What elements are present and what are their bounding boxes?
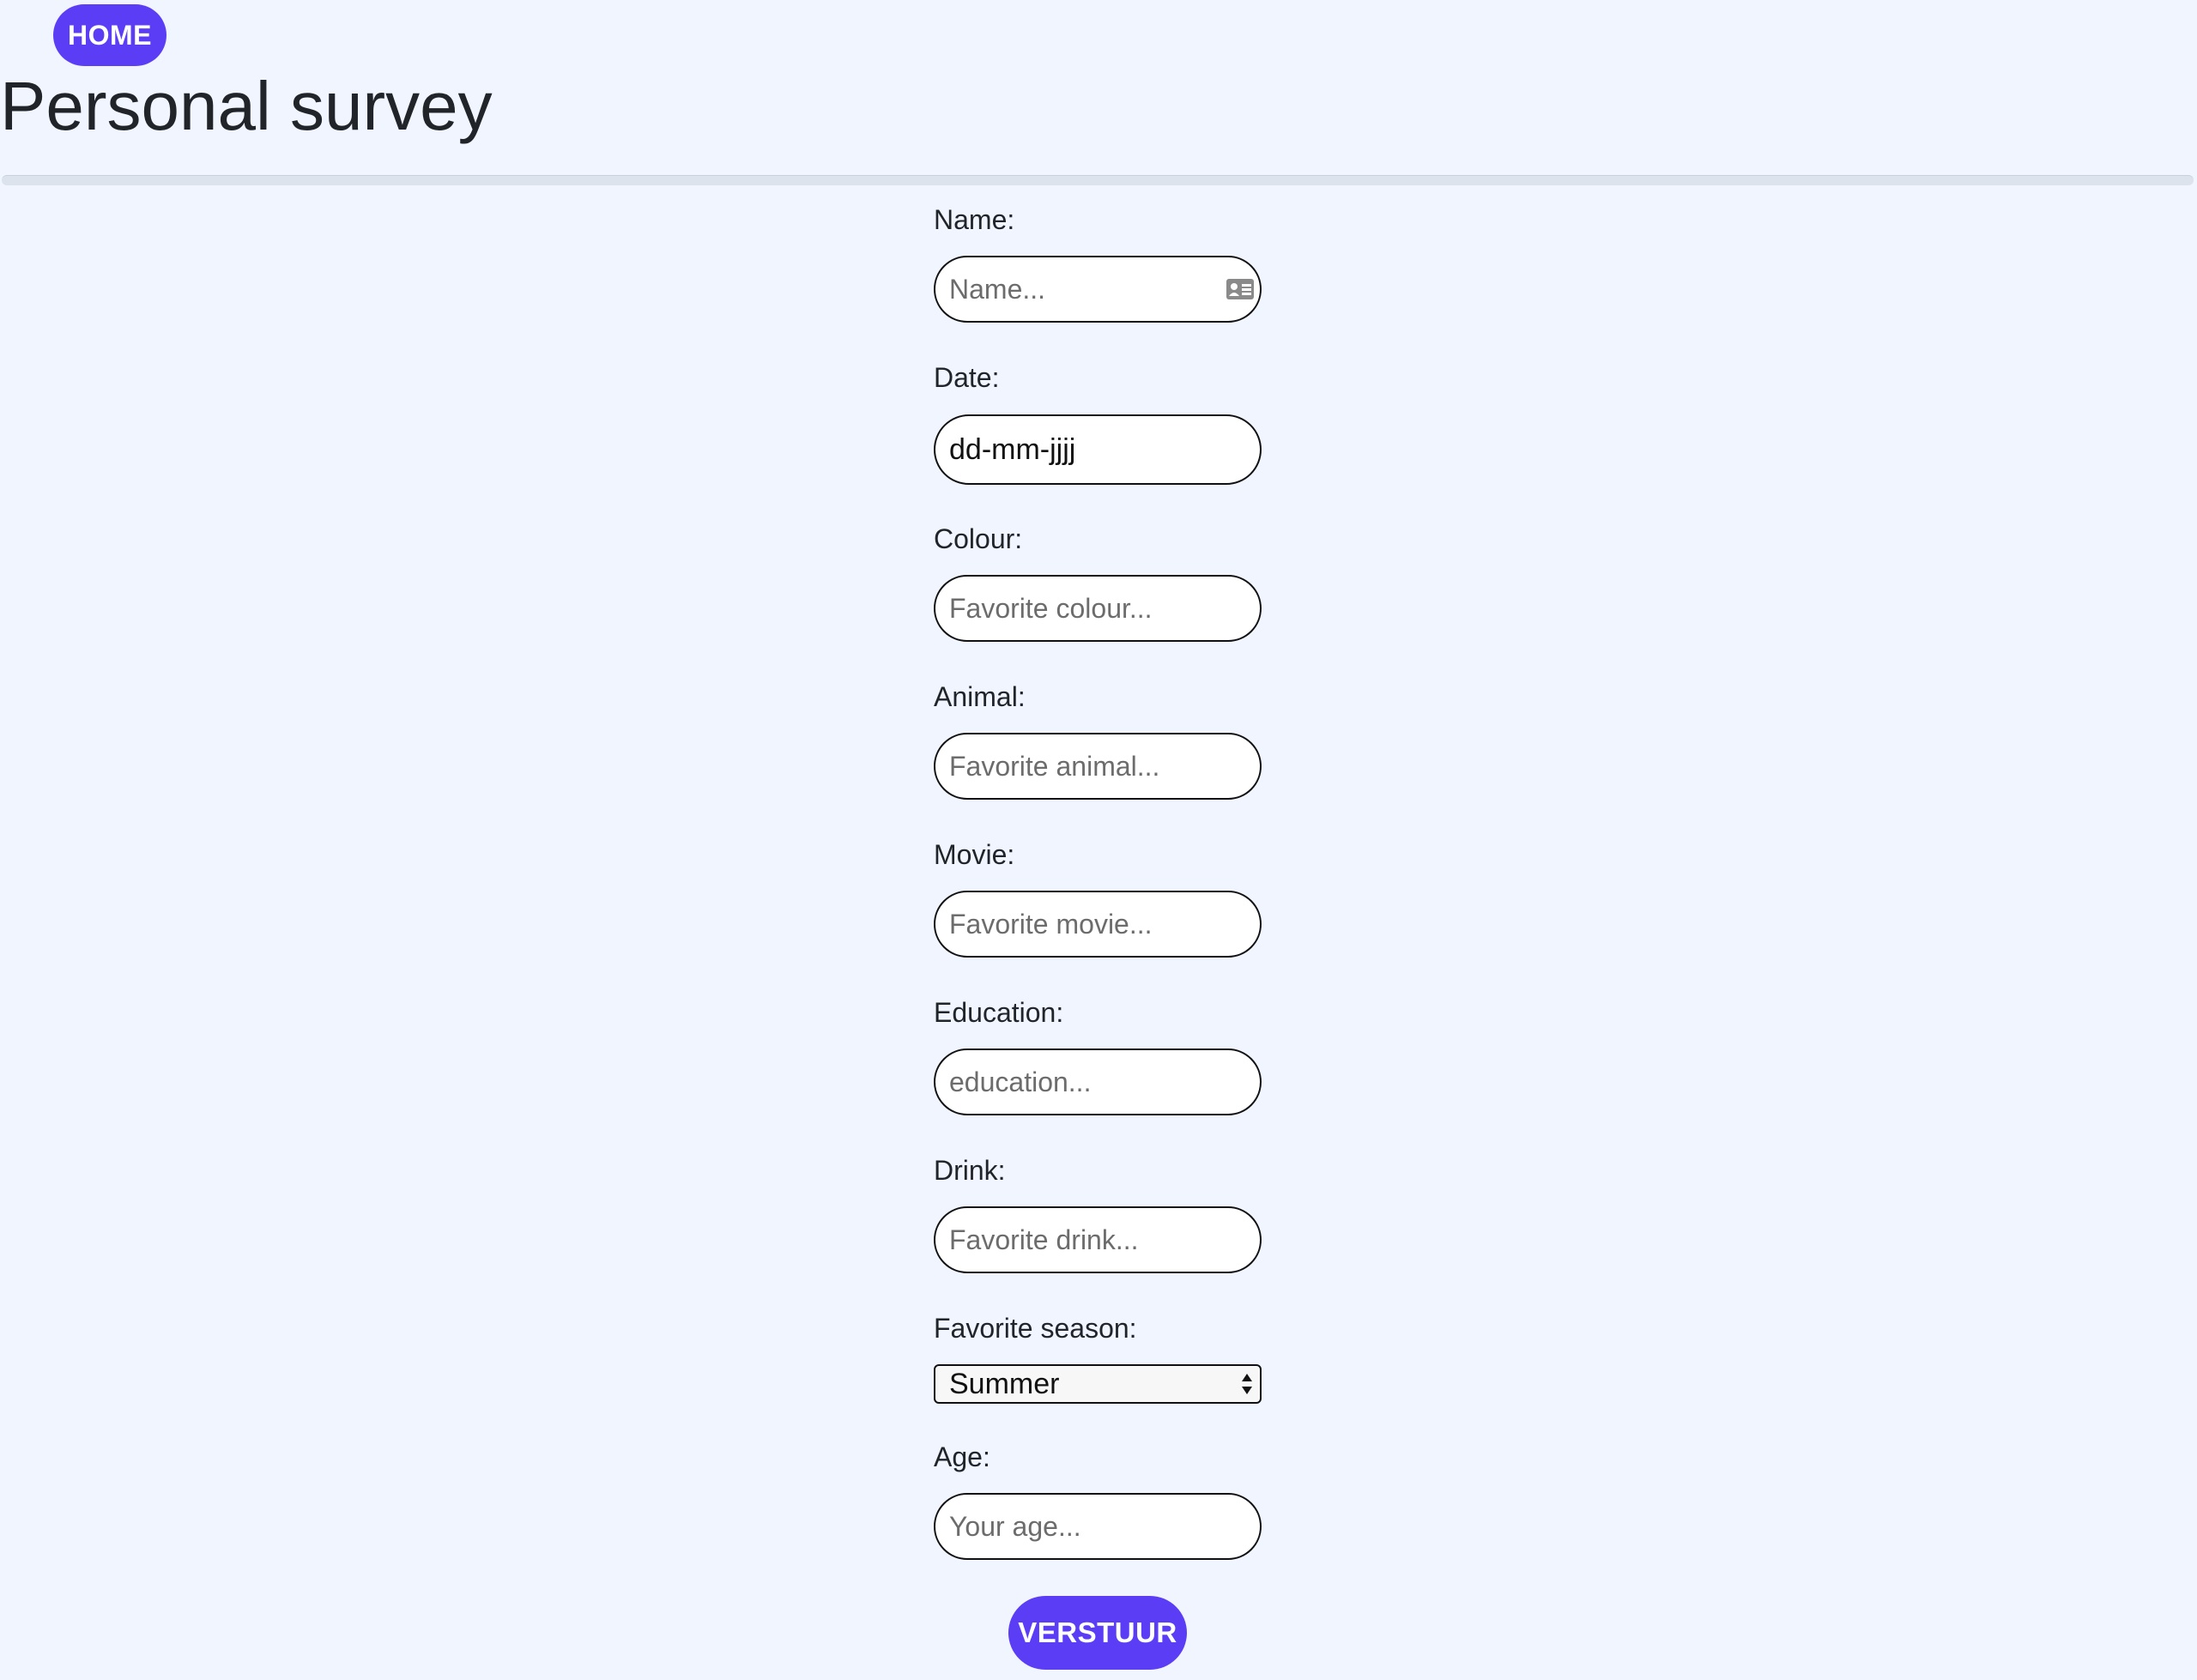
home-button[interactable]: HOME — [53, 4, 166, 66]
date-label: Date: — [934, 362, 1000, 393]
age-label: Age: — [934, 1441, 990, 1472]
drink-input[interactable] — [934, 1206, 1262, 1273]
colour-label: Colour: — [934, 523, 1023, 554]
animal-label: Animal: — [934, 681, 1026, 712]
season-selected-value: Summer — [949, 1367, 1060, 1400]
drink-label: Drink: — [934, 1155, 1006, 1186]
submit-button[interactable]: VERSTUUR — [1008, 1596, 1187, 1670]
name-input[interactable] — [934, 256, 1262, 323]
contact-card-icon — [1226, 279, 1254, 299]
animal-input[interactable] — [934, 733, 1262, 800]
select-arrows-icon — [1242, 1374, 1252, 1394]
divider — [2, 175, 2194, 185]
colour-input[interactable] — [934, 575, 1262, 642]
date-value: dd-mm-jjjj — [949, 432, 1076, 466]
name-label: Name: — [934, 204, 1015, 235]
age-input[interactable] — [934, 1493, 1262, 1560]
education-label: Education: — [934, 997, 1064, 1028]
season-select[interactable]: Summer — [934, 1364, 1262, 1404]
page-title: Personal survey — [0, 68, 493, 144]
education-input[interactable] — [934, 1048, 1262, 1115]
movie-input[interactable] — [934, 891, 1262, 958]
movie-label: Movie: — [934, 839, 1015, 870]
season-label: Favorite season: — [934, 1313, 1137, 1344]
name-field-wrapper — [934, 256, 1262, 323]
date-input[interactable]: dd-mm-jjjj — [934, 414, 1262, 485]
